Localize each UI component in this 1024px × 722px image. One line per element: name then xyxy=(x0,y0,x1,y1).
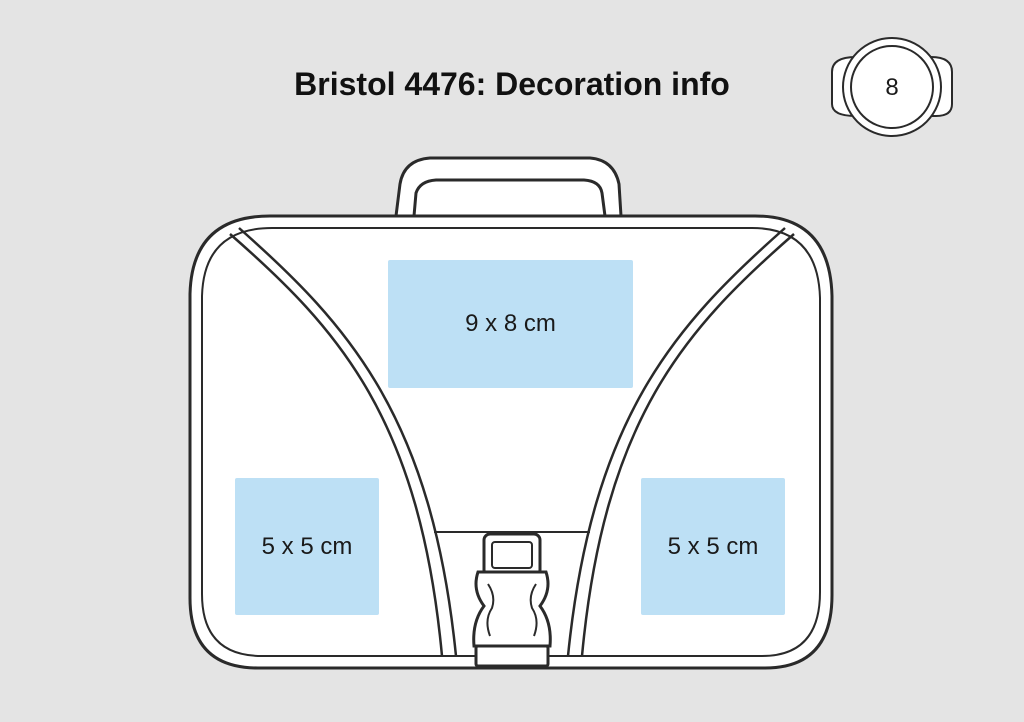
print-area-left-label: 5 x 5 cm xyxy=(261,532,353,560)
print-area-top-label: 9 x 8 cm xyxy=(465,310,556,337)
bag-handle xyxy=(394,156,623,218)
badge-number: 8 xyxy=(885,74,899,101)
print-area-right-label: 5 x 5 cm xyxy=(667,532,759,560)
buckle-icon xyxy=(472,532,552,668)
page-title: Bristol 4476: Decoration info xyxy=(294,66,730,102)
